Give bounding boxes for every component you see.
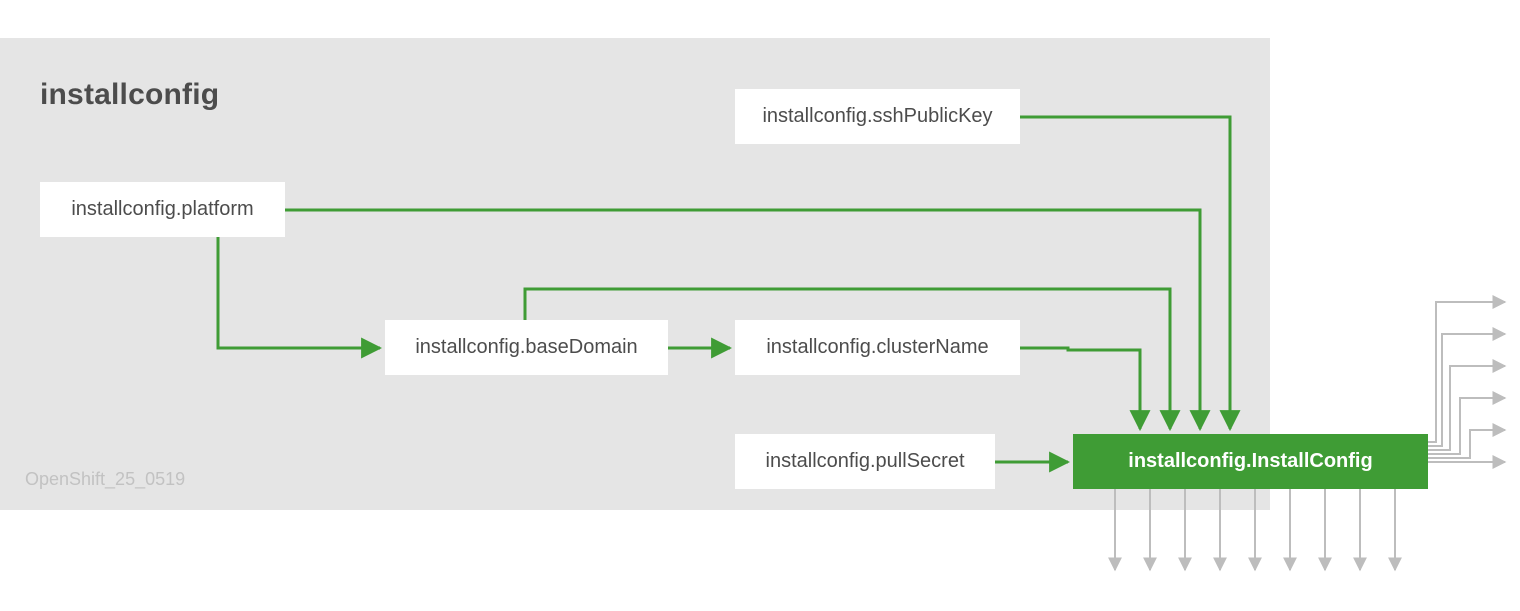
- node-ssh-public-key: installconfig.sshPublicKey: [735, 89, 1020, 144]
- edge-ic-out-right-3: [1428, 398, 1505, 454]
- node-label: installconfig.InstallConfig: [1128, 450, 1372, 473]
- node-install-config: installconfig.InstallConfig: [1073, 434, 1428, 489]
- node-label: installconfig.baseDomain: [415, 336, 637, 359]
- node-label: installconfig.sshPublicKey: [762, 105, 992, 128]
- edge-ic-out-right-6: [1428, 302, 1505, 442]
- node-label: installconfig.platform: [71, 198, 253, 221]
- node-platform: installconfig.platform: [40, 182, 285, 237]
- node-cluster-name: installconfig.clusterName: [735, 320, 1020, 375]
- edge-ic-out-right-5: [1428, 334, 1505, 446]
- edge-ic-out-right-4: [1428, 366, 1505, 450]
- diagram-stage: OpenShift_25_0519 installconfig installc…: [0, 0, 1520, 611]
- node-label: installconfig.pullSecret: [766, 450, 965, 473]
- diagram-title: installconfig: [40, 78, 219, 112]
- node-pull-secret: installconfig.pullSecret: [735, 434, 995, 489]
- watermark-text: OpenShift_25_0519: [25, 469, 185, 490]
- node-base-domain: installconfig.baseDomain: [385, 320, 668, 375]
- edge-ic-out-right-2: [1428, 430, 1505, 458]
- node-label: installconfig.clusterName: [766, 336, 988, 359]
